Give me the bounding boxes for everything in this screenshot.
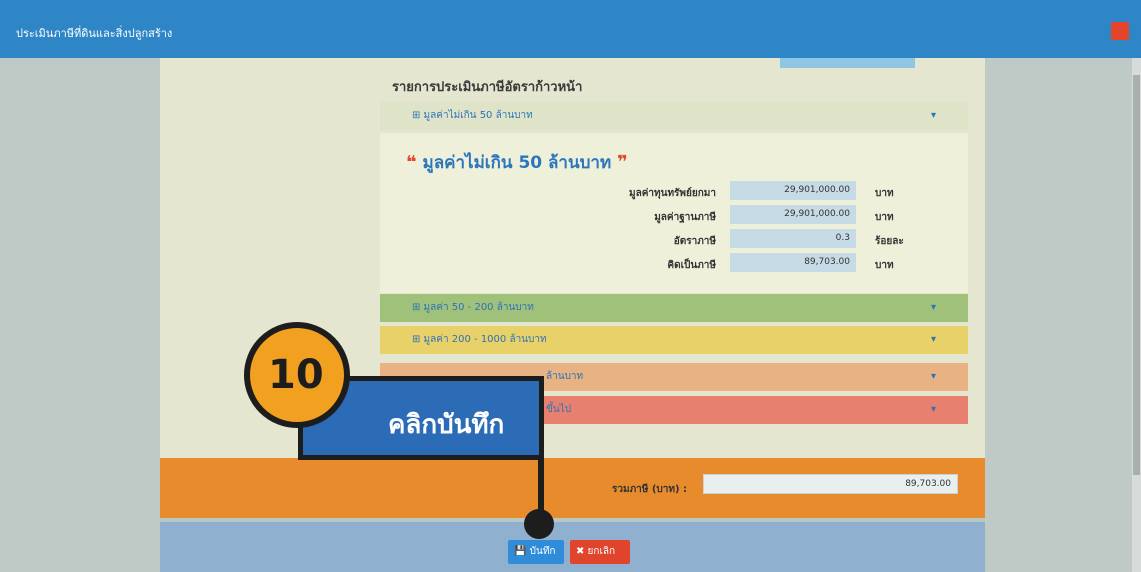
row-value-tax-rate: 0.3 xyxy=(730,229,856,248)
detail-heading: ❝ มูลค่าไม่เกิน 50 ล้านบาท ❞ xyxy=(406,149,628,176)
chevron-down-icon: ▾ xyxy=(930,110,936,121)
row-label-tax-rate: อัตราภาษี xyxy=(673,236,716,247)
row-label-tax-amount: คิดเป็นภาษี xyxy=(667,260,716,271)
dialog-title: ประเมินภาษีที่ดินและสิ่งปลูกสร้าง xyxy=(16,27,173,40)
cancel-button[interactable]: ✖ ยกเลิก xyxy=(570,540,630,564)
row-label-capital: มูลค่าทุนทรัพย์ยกมา xyxy=(629,188,716,199)
row-unit-capital: บาท xyxy=(875,188,894,199)
background-right xyxy=(985,58,1141,572)
row-value-tax-base: 29,901,000.00 xyxy=(730,205,856,224)
scrollbar-thumb[interactable] xyxy=(1133,75,1140,475)
quote-close-icon: ❞ xyxy=(617,152,628,173)
chevron-down-icon: ▾ xyxy=(930,404,936,415)
top-field[interactable] xyxy=(780,58,915,68)
quote-open-icon: ❝ xyxy=(406,152,417,173)
accordion-label: ⊞ มูลค่าไม่เกิน 50 ล้านบาท xyxy=(412,110,533,121)
accordion-label: ⊞ มูลค่า 50 - 200 ล้านบาท xyxy=(412,302,534,313)
save-button[interactable]: 💾 บันทึก xyxy=(508,540,564,564)
accordion-under-50m[interactable]: ⊞ มูลค่าไม่เกิน 50 ล้านบาท ▾ xyxy=(380,102,968,130)
total-field[interactable]: 89,703.00 xyxy=(703,474,958,494)
callout-pointer-dot xyxy=(524,509,554,539)
total-label: รวมภาษี (บาท) : xyxy=(612,484,688,495)
step-number: 10 xyxy=(268,352,324,398)
callout-text: คลิกบันทึก xyxy=(388,410,505,440)
row-label-tax-base: มูลค่าฐานภาษี xyxy=(654,212,716,223)
row-unit-tax-amount: บาท xyxy=(875,260,894,271)
row-unit-tax-base: บาท xyxy=(875,212,894,223)
dialog-titlebar: ประเมินภาษีที่ดินและสิ่งปลูกสร้าง xyxy=(0,0,1141,58)
row-value-tax-amount: 89,703.00 xyxy=(730,253,856,272)
row-value-capital: 29,901,000.00 xyxy=(730,181,856,200)
chevron-down-icon: ▾ xyxy=(930,371,936,382)
accordion-200-1000m[interactable]: ⊞ มูลค่า 200 - 1000 ล้านบาท ▾ xyxy=(380,326,968,354)
close-icon[interactable] xyxy=(1111,22,1129,40)
chevron-down-icon: ▾ xyxy=(930,334,936,345)
accordion-label: ล้านบาท xyxy=(546,371,584,382)
detail-heading-text: มูลค่าไม่เกิน 50 ล้านบาท xyxy=(422,153,612,173)
accordion-50-200m[interactable]: ⊞ มูลค่า 50 - 200 ล้านบาท ▾ xyxy=(380,294,968,322)
chevron-down-icon: ▾ xyxy=(930,302,936,313)
accordion-label: ⊞ มูลค่า 200 - 1000 ล้านบาท xyxy=(412,334,547,345)
section-heading: รายการประเมินภาษีอัตราก้าวหน้า xyxy=(392,80,583,95)
row-unit-tax-rate: ร้อยละ xyxy=(875,236,904,247)
accordion-label: ขึ้นไป xyxy=(546,404,572,415)
background-left xyxy=(0,58,160,572)
